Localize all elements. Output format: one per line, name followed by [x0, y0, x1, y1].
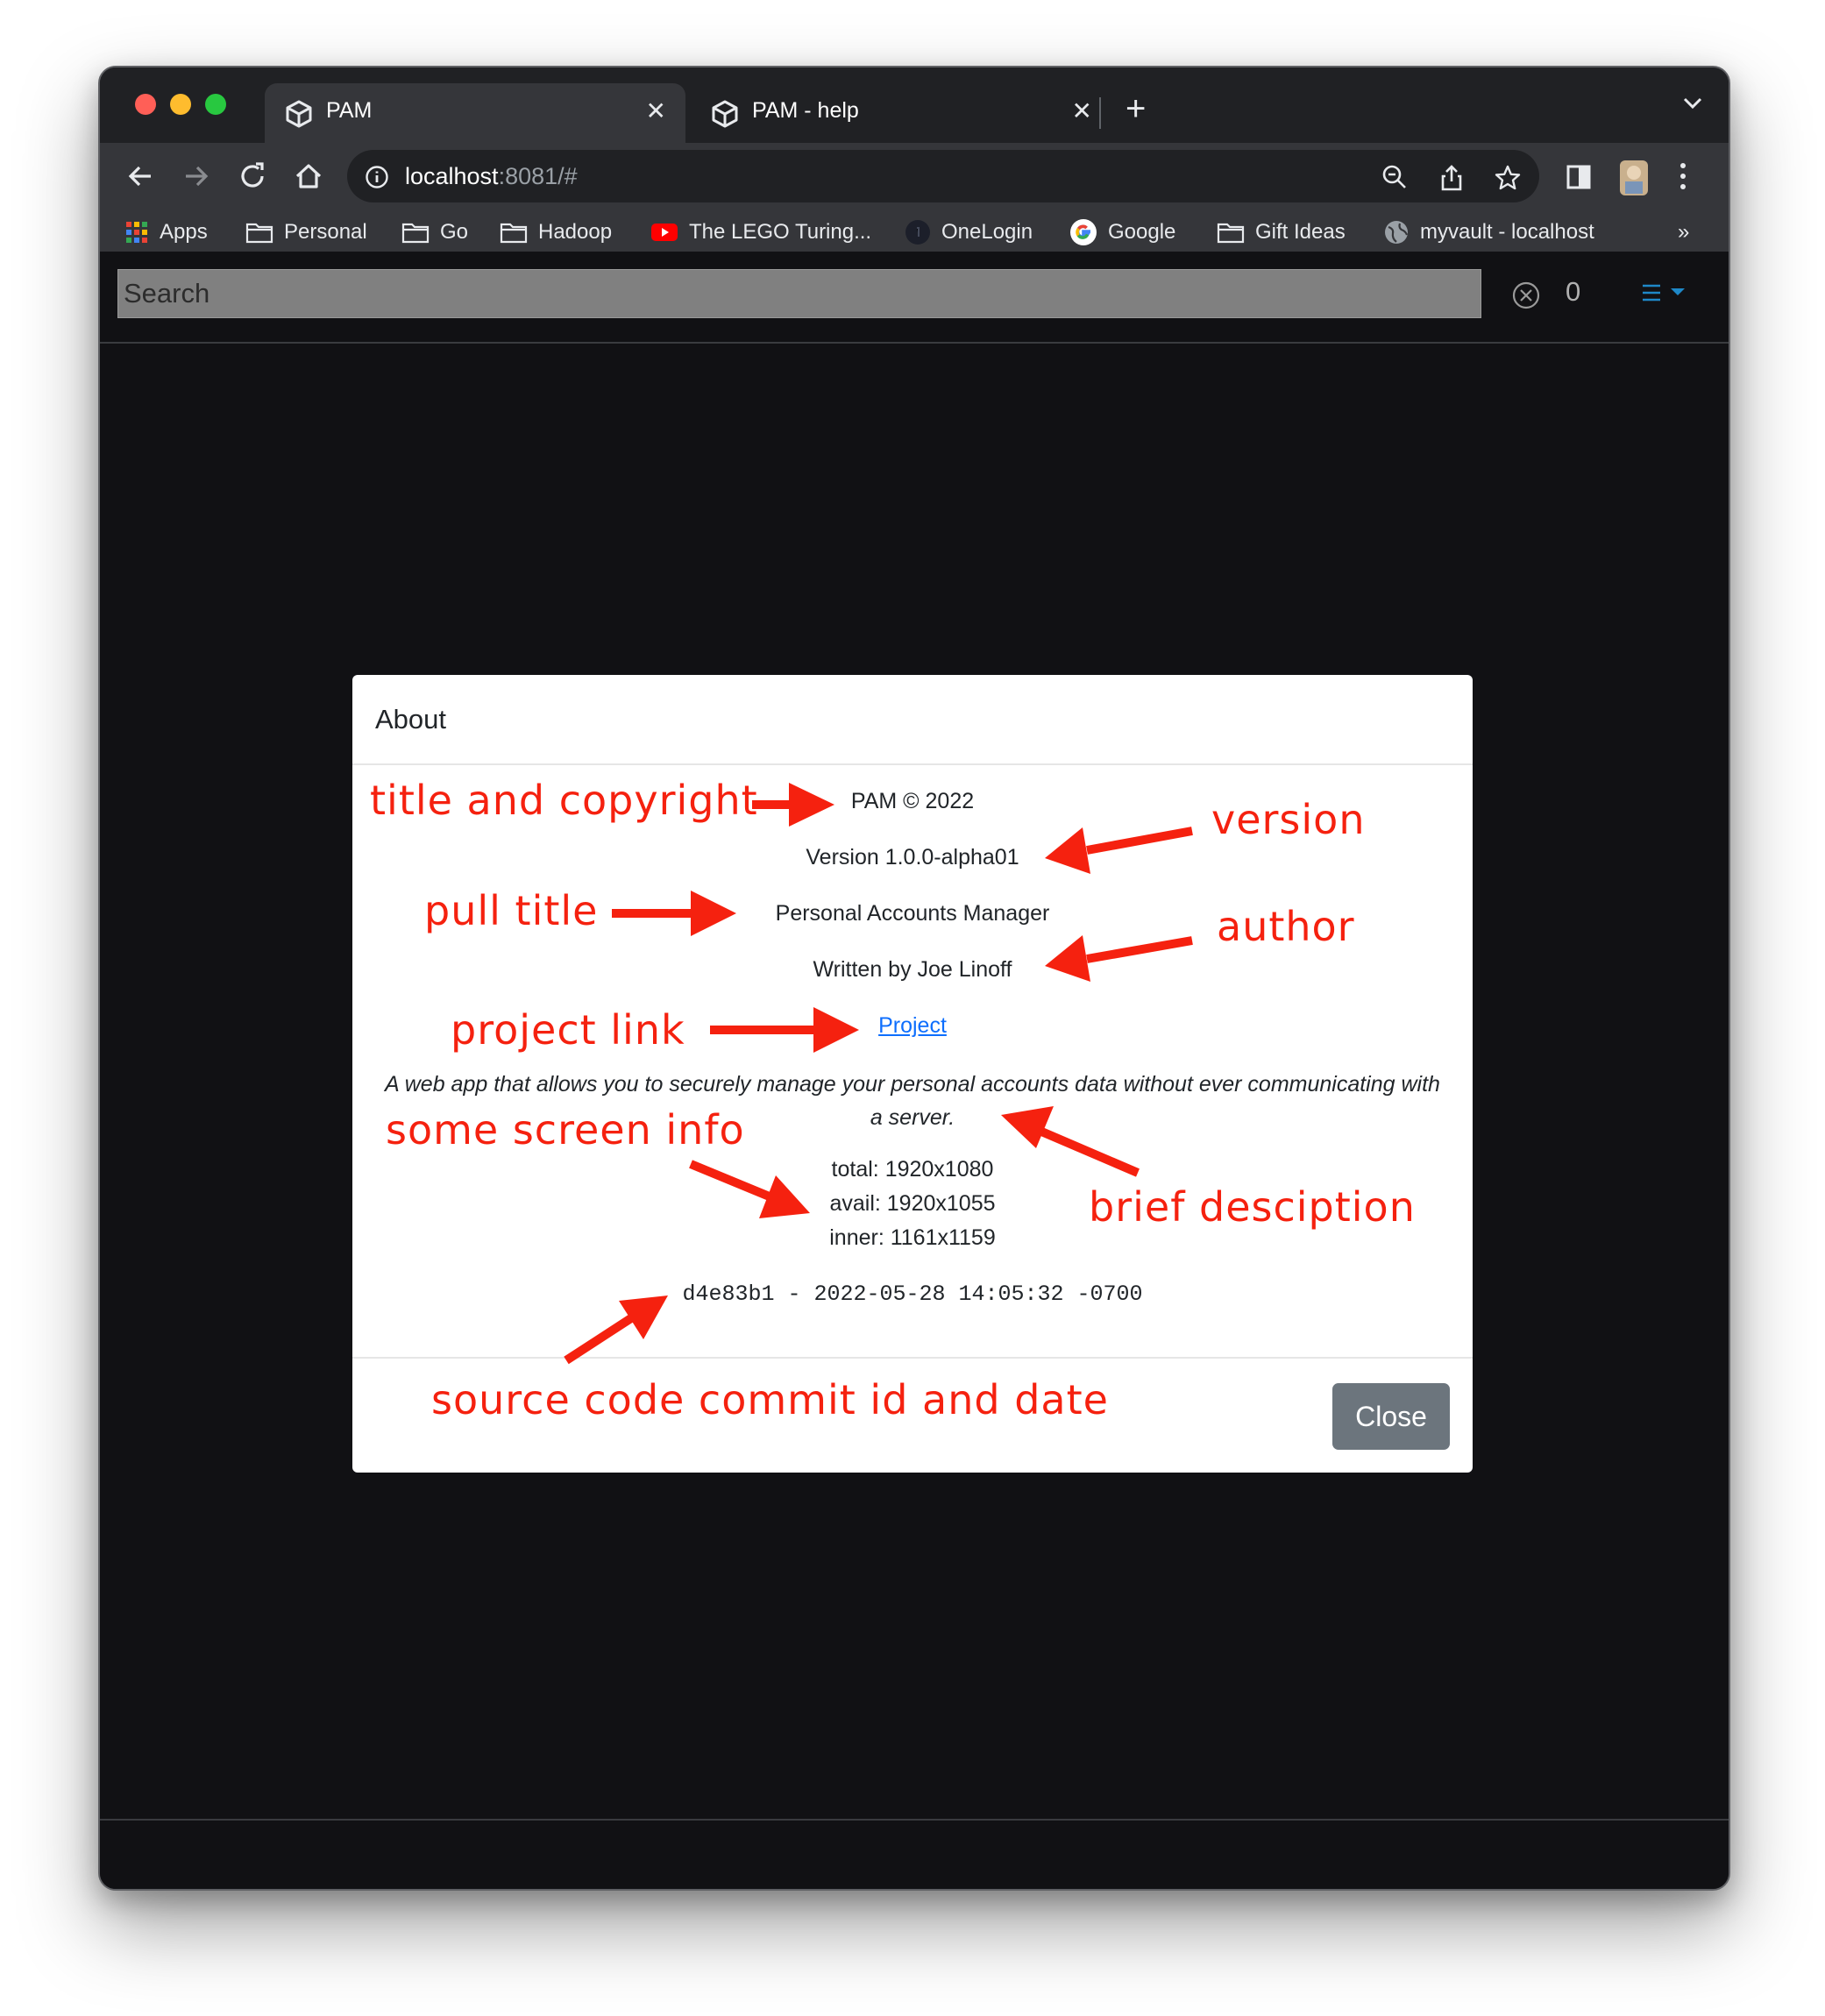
arrow-icon [710, 1007, 859, 1053]
arrow-icon [612, 891, 736, 936]
arrow-icon [689, 1160, 810, 1218]
arrow-icon [1001, 1106, 1140, 1177]
arrow-icon [752, 783, 834, 827]
arrow-icon [1045, 935, 1193, 982]
annotation-arrows [564, 783, 1193, 1365]
arrow-icon [1045, 827, 1193, 874]
arrow-icon [564, 1295, 668, 1365]
